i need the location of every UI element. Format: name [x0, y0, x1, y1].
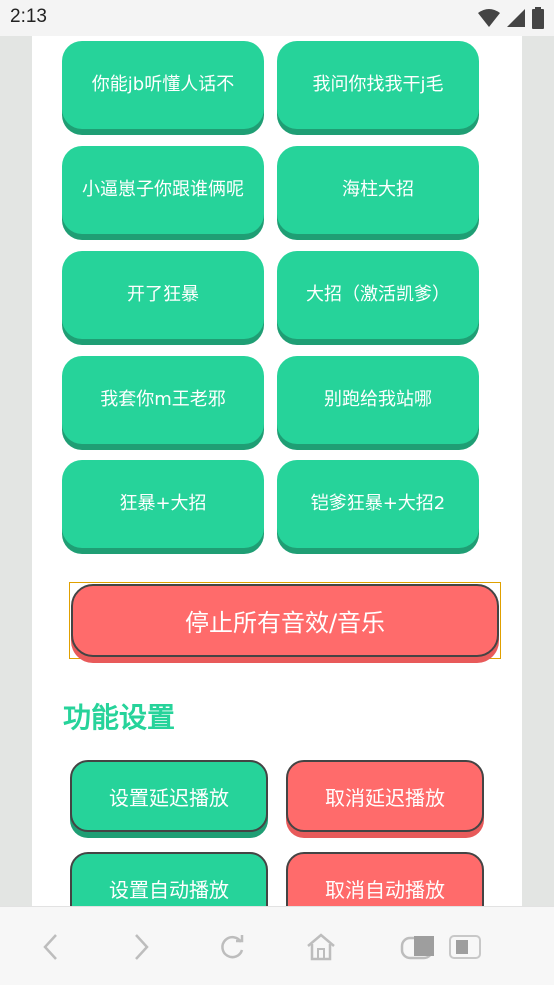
browser-nav-bar [0, 906, 554, 985]
sound-button[interactable]: 海柱大招 [277, 146, 479, 234]
back-icon [43, 934, 57, 960]
set-delay-button[interactable]: 设置延迟播放 [70, 760, 268, 832]
sound-button[interactable]: 我套你m王老邪 [62, 356, 264, 444]
battery-icon [532, 7, 544, 29]
right-gutter [522, 36, 554, 984]
page-content[interactable]: 你能jb听懂人话不 我问你找我干j毛 小逼崽子你跟谁俩呢 海柱大招 开了狂暴 大… [32, 36, 522, 906]
status-icons [478, 7, 544, 29]
signal-icon [507, 9, 525, 27]
sound-button[interactable]: 开了狂暴 [62, 251, 264, 339]
forward-icon [135, 934, 149, 960]
home-button[interactable] [299, 925, 343, 969]
sound-button[interactable]: 我问你找我干j毛 [277, 41, 479, 129]
sound-button[interactable]: 你能jb听懂人话不 [62, 41, 264, 129]
stop-all-button[interactable]: 停止所有音效/音乐 [71, 584, 499, 657]
sound-button[interactable]: 狂暴+大招 [62, 460, 264, 548]
wifi-icon [478, 9, 500, 27]
cancel-delay-button[interactable]: 取消延迟播放 [286, 760, 484, 832]
refresh-button[interactable] [210, 925, 254, 969]
set-auto-button[interactable]: 设置自动播放 [70, 852, 268, 906]
back-button[interactable] [30, 925, 74, 969]
status-time: 2:13 [10, 6, 47, 27]
home-icon [307, 933, 335, 961]
refresh-icon [221, 935, 244, 959]
tabs-icon [400, 935, 481, 960]
sound-button[interactable]: 别跑给我站哪 [277, 356, 479, 444]
settings-title: 功能设置 [63, 701, 176, 734]
sound-button[interactable]: 小逼崽子你跟谁俩呢 [62, 146, 264, 234]
cancel-auto-button[interactable]: 取消自动播放 [286, 852, 484, 906]
left-gutter [0, 36, 32, 984]
status-bar: 2:13 [0, 0, 554, 36]
sound-button[interactable]: 大招（激活凯爹） [277, 251, 479, 339]
sound-button[interactable]: 铠爹狂暴+大招2 [277, 460, 479, 548]
forward-button[interactable] [118, 925, 162, 969]
tabs-button[interactable] [400, 925, 486, 969]
